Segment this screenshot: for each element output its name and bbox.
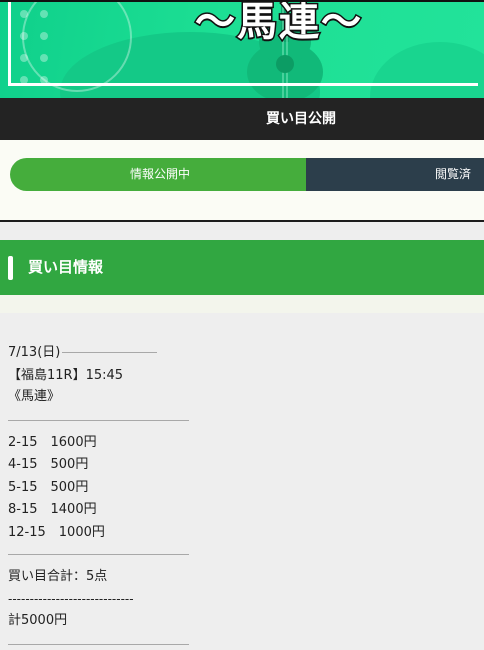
header-bar: 買い目公開 [0, 98, 484, 140]
bet-line: 8-15 1400円 [8, 502, 97, 517]
hero-title: 〜馬連〜 [194, 0, 363, 47]
divider [8, 554, 189, 555]
bet-line: 4-15 500円 [8, 457, 89, 472]
race-info: 【福島11R】15:45 [8, 368, 124, 383]
bet-line: 5-15 500円 [8, 480, 89, 495]
race-date: 7/13(日) [8, 345, 61, 360]
section-title: 買い目情報 [28, 258, 104, 276]
bet-line: 12-15 1000円 [8, 525, 105, 540]
bet-type: 《馬連》 [8, 389, 61, 404]
divider [8, 420, 189, 421]
bet-total: 計5000円 [8, 613, 68, 628]
divider [8, 644, 189, 645]
status-area: 情報公開中 閲覧済 [0, 140, 484, 222]
divider [62, 352, 157, 353]
status-viewed-badge: 閲覧済 [306, 158, 484, 191]
page: 〜馬連〜 買い目公開 情報公開中 閲覧済 買い目情報 7/13(日) 【福島11… [0, 0, 484, 650]
dash-divider: ----------------------------- [8, 592, 134, 606]
status-viewed-label: 閲覧済 [435, 167, 472, 181]
bet-info-content: 7/13(日) 【福島11R】15:45 《馬連》 2-15 1600円 4-1… [0, 313, 484, 650]
page-title: 買い目公開 [266, 111, 336, 127]
bet-line: 2-15 1600円 [8, 435, 97, 450]
status-active-badge: 情報公開中 [10, 158, 310, 191]
section-heading: 買い目情報 [0, 240, 484, 295]
hero-banner: 〜馬連〜 [0, 0, 484, 98]
bet-count: 買い目合計：5点 [8, 569, 108, 584]
section-accent-bar [8, 256, 13, 280]
section-spacer [0, 295, 484, 313]
